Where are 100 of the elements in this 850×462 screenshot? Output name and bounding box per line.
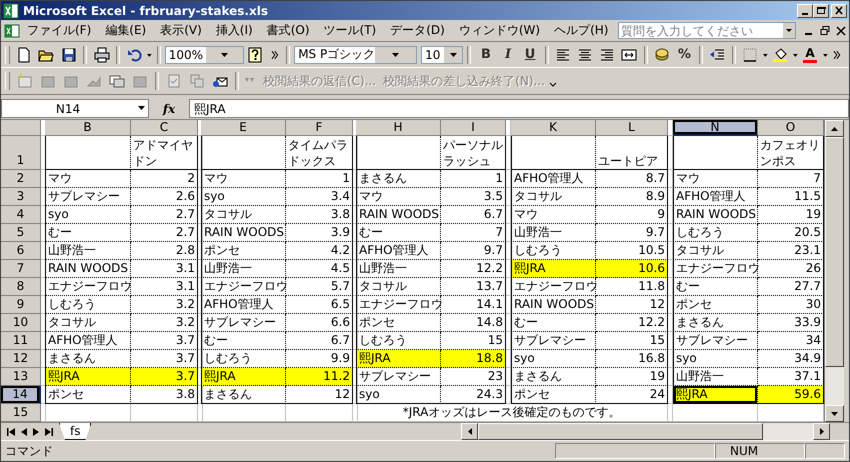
menu-item[interactable]: ウィンドウ(W) [452,20,548,41]
table-cell: 山野浩一 [45,242,131,260]
currency-icon [654,46,670,62]
menu-item[interactable]: 書式(O) [260,20,317,41]
horizontal-scrollbar[interactable] [461,423,830,440]
table-cell: 3.8 [286,206,353,224]
table-cell: むー [356,224,441,242]
table-cell: しむろう [673,224,758,242]
last-sheet-icon[interactable] [45,428,53,436]
row-header[interactable]: 13 [1,368,41,386]
table-cell: RAIN WOODS [201,224,286,242]
table-cell: 熙JRA [673,386,758,404]
row-header[interactable]: 2 [1,170,41,188]
table-cell: syo [511,350,596,368]
menu-item[interactable]: ツール(T) [316,20,384,41]
row-header[interactable]: 14 [1,386,41,404]
column-header[interactable]: N [673,120,758,136]
more-chevron-icon[interactable] [833,48,841,60]
down-arrow-icon[interactable] [831,412,838,416]
row-header[interactable]: 3 [1,188,41,206]
right-arrow-icon[interactable] [820,428,824,435]
row-header[interactable]: 7 [1,260,41,278]
first-sheet-icon[interactable] [7,428,15,436]
track-changes-icon [166,73,182,89]
row-header[interactable]: 9 [1,296,41,314]
caret-icon [138,106,144,111]
menu-item[interactable]: 編集(E) [98,20,154,41]
restore-icon[interactable] [820,24,830,36]
table-cell: 山野浩一 [511,224,596,242]
row-header[interactable]: 8 [1,278,41,296]
menu-item[interactable]: データ(D) [383,20,452,41]
row-header[interactable]: 10 [1,314,41,332]
more-chevron-icon[interactable] [270,48,278,60]
row-header[interactable]: 11 [1,332,41,350]
table-cell: 3.5 [441,188,506,206]
table-cell: 2 [131,170,198,188]
close-icon[interactable] [836,24,846,36]
select-all-corner[interactable] [1,120,41,136]
column-header[interactable]: O [758,120,824,136]
font-dropdown[interactable]: MS Pゴシック [294,46,418,64]
workbook-icon [4,22,20,38]
dropdown-icon [783,23,795,38]
table-cell: syo [201,188,286,206]
row-header[interactable]: 4 [1,206,41,224]
column-header[interactable]: I [441,120,506,136]
row-header[interactable]: 5 [1,224,41,242]
bold-button[interactable]: B [475,44,496,66]
maximize-button[interactable] [813,4,829,18]
menu-item[interactable]: 表示(V) [153,20,209,41]
column-header[interactable]: K [511,120,596,136]
race-title: パーソナルラッシュ [441,136,506,170]
close-button[interactable] [831,4,847,18]
table-cell: 熙JRA [201,368,286,386]
borders-icon [742,46,758,62]
percent-button[interactable]: % [674,44,695,66]
column-header[interactable]: E [201,120,286,136]
table-cell: まさるん [673,314,758,332]
table-cell: 3.2 [131,296,198,314]
table-cell: 14.8 [441,314,506,332]
table-cell: 12 [286,386,353,404]
menu-item[interactable]: 挿入(I) [208,20,260,41]
row-header[interactable]: 15 [1,404,41,422]
help-search-field[interactable]: 質問を入力してください [618,22,796,39]
vertical-scrollbar[interactable] [824,120,844,422]
row-header[interactable]: 6 [1,242,41,260]
table-cell: 3.9 [286,224,353,242]
column-header[interactable]: F [286,120,353,136]
table-cell: サブレマシー [673,332,758,350]
row-header[interactable]: 12 [1,350,41,368]
left-arrow-icon[interactable] [468,428,472,435]
insert-function-button[interactable]: fx [149,102,189,116]
next-sheet-icon[interactable] [33,428,39,436]
name-box[interactable]: N14 [1,99,149,118]
align-right-icon [599,46,616,62]
column-header[interactable]: B [45,120,131,136]
row-header[interactable]: 1 [1,136,41,170]
font-color-button[interactable]: A [799,44,820,66]
column-header[interactable]: H [356,120,441,136]
table-cell: 24.3 [441,386,506,404]
menu-item[interactable]: ヘルプ(H) [547,20,616,41]
undo-icon [126,46,143,62]
column-header[interactable]: L [596,120,668,136]
font-size-dropdown[interactable]: 10 [421,46,464,64]
zoom-dropdown[interactable]: 100% [164,46,244,64]
previous-sheet-icon[interactable] [21,428,27,436]
new-document-icon [16,46,32,62]
table-cell: サブレマシー [45,188,131,206]
race-title: ユートピア [596,136,668,170]
table-cell: syo [45,206,131,224]
table-cell: 18.8 [441,350,506,368]
italic-button[interactable]: I [497,44,519,66]
underline-button[interactable]: U [520,44,541,66]
table-cell: ポンセ [673,296,758,314]
table-cell: AFHO管理人 [45,332,131,350]
up-arrow-icon[interactable] [831,126,838,130]
column-header[interactable]: C [131,120,198,136]
minimize-button[interactable] [797,4,813,18]
formula-input[interactable]: 熙JRA [189,99,849,118]
menu-item[interactable]: ファイル(F) [20,20,98,41]
sheet-tab[interactable]: fs [59,423,92,440]
